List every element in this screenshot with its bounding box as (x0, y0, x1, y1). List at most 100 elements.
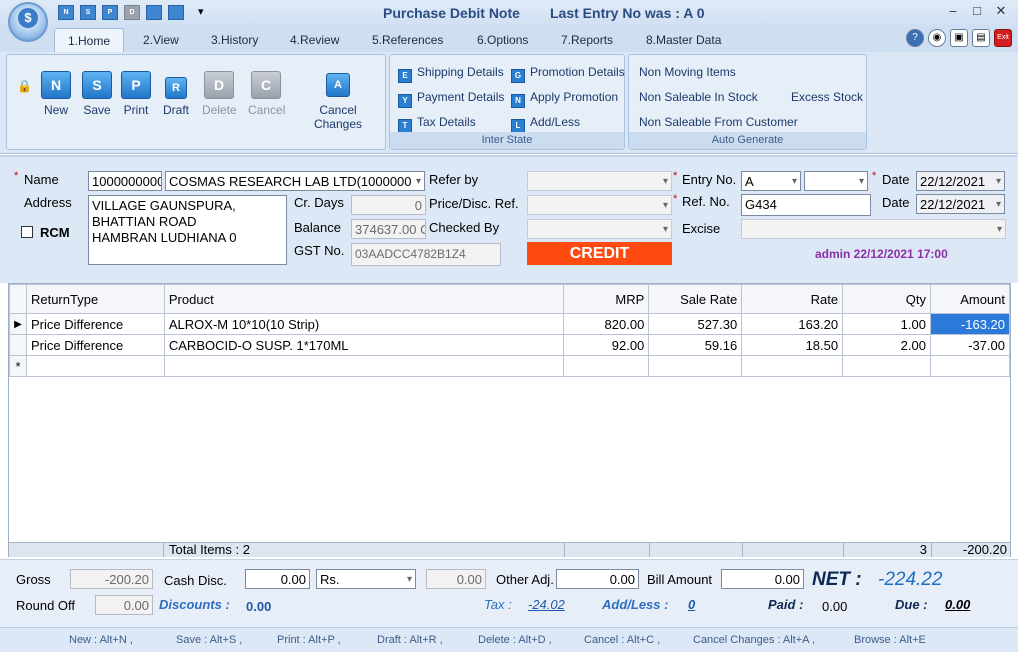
tab-references[interactable]: 5.References (372, 33, 443, 47)
party-name-select[interactable]: COSMAS RESEARCH LAB LTD(1000000 (165, 171, 425, 191)
bill-amount-input[interactable]: 0.00 (721, 569, 804, 589)
tab-options[interactable]: 6.Options (477, 33, 528, 47)
column-amount[interactable]: Amount (929, 284, 1011, 314)
cell-rate[interactable]: 18.50 (741, 334, 844, 356)
cell-sale-rate[interactable] (648, 355, 743, 377)
apply-promotion-button[interactable]: N Apply Promotion (511, 90, 618, 108)
exit-icon[interactable]: Exit (994, 29, 1012, 47)
column-product[interactable]: Product (163, 284, 565, 314)
cell-qty[interactable]: 2.00 (842, 334, 931, 356)
address-textarea[interactable]: VILLAGE GAUNSPURA, BHATTIAN ROAD HAMBRAN… (88, 195, 287, 265)
app-logo-icon[interactable]: $ (8, 2, 48, 42)
excise-select[interactable] (741, 219, 1006, 239)
tab-view[interactable]: 2.View (143, 33, 179, 47)
add-less-value-link[interactable]: 0 (688, 597, 695, 612)
non-saleable-in-stock-button[interactable]: Non Saleable In Stock (639, 90, 758, 104)
grid-footer: Total Items : 2 3 -200.20 (9, 542, 1010, 557)
table-row[interactable]: Price Difference CARBOCID-O SUSP. 1*170M… (9, 334, 1011, 356)
tab-master-data[interactable]: 8.Master Data (646, 33, 721, 47)
cell-sale-rate[interactable]: 59.16 (648, 334, 743, 356)
cell-amount[interactable] (929, 355, 1011, 377)
ref-date-picker[interactable]: 22/12/2021 (916, 194, 1005, 214)
row-marker (9, 334, 27, 356)
column-qty[interactable]: Qty (842, 284, 931, 314)
balance-input: 374637.00 C (351, 219, 426, 239)
ref-no-input[interactable]: G434 (741, 194, 871, 216)
entry-number-select[interactable] (804, 171, 868, 191)
support-icon[interactable]: ◉ (928, 29, 946, 47)
quick-access-menu-icon[interactable]: ▾ (198, 5, 204, 18)
cell-rate[interactable]: 163.20 (741, 313, 844, 335)
cell-amount[interactable]: -37.00 (929, 334, 1011, 356)
draft-button[interactable]: R Draft (159, 71, 193, 117)
maximize-button[interactable]: □ (968, 3, 986, 18)
cell-qty[interactable]: 1.00 (842, 313, 931, 335)
cell-mrp[interactable]: 92.00 (563, 334, 650, 356)
cell-amount[interactable]: -163.20 (929, 313, 1011, 335)
tab-history[interactable]: 3.History (211, 33, 258, 47)
column-mrp[interactable]: MRP (563, 284, 650, 314)
cancel-button[interactable]: C Cancel (248, 71, 286, 117)
cancel-changes-button[interactable]: A Cancel Changes (295, 71, 381, 131)
help-icon[interactable]: ? (906, 29, 924, 47)
column-rate[interactable]: Rate (741, 284, 844, 314)
cell-mrp[interactable] (563, 355, 650, 377)
cell-return-type[interactable]: Price Difference (25, 334, 165, 356)
quick-tool2-icon[interactable] (168, 5, 184, 20)
quick-delete-icon[interactable]: D (124, 5, 140, 20)
party-code-input[interactable]: 1000000000 (88, 171, 162, 191)
cell-product[interactable]: ALROX-M 10*10(10 Strip) (163, 313, 565, 335)
print-button[interactable]: P Print (119, 71, 153, 117)
cancel-label: Cancel (248, 103, 286, 117)
cell-product[interactable] (163, 355, 565, 377)
tab-reports[interactable]: 7.Reports (561, 33, 613, 47)
checked-by-select[interactable] (527, 219, 672, 239)
refer-by-select[interactable] (527, 171, 672, 191)
add-less-button[interactable]: L Add/Less (511, 115, 580, 133)
document-icon[interactable]: ▤ (972, 29, 990, 47)
cell-sale-rate[interactable]: 527.30 (648, 313, 743, 335)
save-button[interactable]: S Save (80, 71, 114, 117)
quick-print-icon[interactable]: P (102, 5, 118, 20)
tab-home[interactable]: 1.Home (54, 28, 125, 53)
quick-save-icon[interactable]: S (80, 5, 96, 20)
ref-no-label: Ref. No. (682, 194, 730, 209)
column-return-type[interactable]: ReturnType (25, 284, 165, 314)
cell-return-type[interactable]: Price Difference (25, 313, 165, 335)
non-saleable-from-customer-button[interactable]: Non Saleable From Customer (639, 115, 798, 129)
settings-icon[interactable]: ▣ (950, 29, 968, 47)
tab-review[interactable]: 4.Review (290, 33, 339, 47)
other-adj-input[interactable]: 0.00 (556, 569, 639, 589)
delete-button[interactable]: D Delete (202, 71, 237, 117)
shipping-details-button[interactable]: E Shipping Details (398, 65, 504, 83)
tax-details-button[interactable]: T Tax Details (398, 115, 476, 133)
promotion-details-button[interactable]: G Promotion Details (511, 65, 625, 83)
cell-product[interactable]: CARBOCID-O SUSP. 1*170ML (163, 334, 565, 356)
cash-disc-type-select[interactable]: Rs. (316, 569, 416, 589)
entry-series-select[interactable]: A (741, 171, 801, 191)
non-moving-items-button[interactable]: Non Moving Items (639, 65, 736, 79)
cell-return-type[interactable] (25, 355, 165, 377)
table-row[interactable]: ▶ Price Difference ALROX-M 10*10(10 Stri… (9, 313, 1011, 335)
cr-days-input[interactable]: 0 (351, 195, 426, 215)
date-picker[interactable]: 22/12/2021 (916, 171, 1005, 191)
tax-value-link[interactable]: -24.02 (528, 597, 565, 612)
due-value-link[interactable]: 0.00 (945, 597, 970, 612)
cell-qty[interactable] (842, 355, 931, 377)
cell-mrp[interactable]: 820.00 (563, 313, 650, 335)
quick-new-icon[interactable]: N (58, 5, 74, 20)
table-new-row[interactable]: * (9, 355, 1011, 377)
payment-details-button[interactable]: Y Payment Details (398, 90, 504, 108)
column-sale-rate[interactable]: Sale Rate (648, 284, 743, 314)
cell-rate[interactable] (741, 355, 844, 377)
price-disc-ref-select[interactable] (527, 195, 672, 215)
excess-stock-button[interactable]: Excess Stock (791, 90, 863, 104)
new-button[interactable]: N New (39, 71, 73, 117)
draft-label: Draft (162, 103, 189, 117)
minimize-button[interactable]: – (944, 3, 962, 18)
shortcut-browse: Browse : Alt+E (854, 634, 926, 646)
rcm-checkbox[interactable] (21, 226, 33, 238)
close-button[interactable]: ✕ (992, 3, 1010, 19)
cash-disc-input[interactable]: 0.00 (245, 569, 310, 589)
quick-tool1-icon[interactable] (146, 5, 162, 20)
